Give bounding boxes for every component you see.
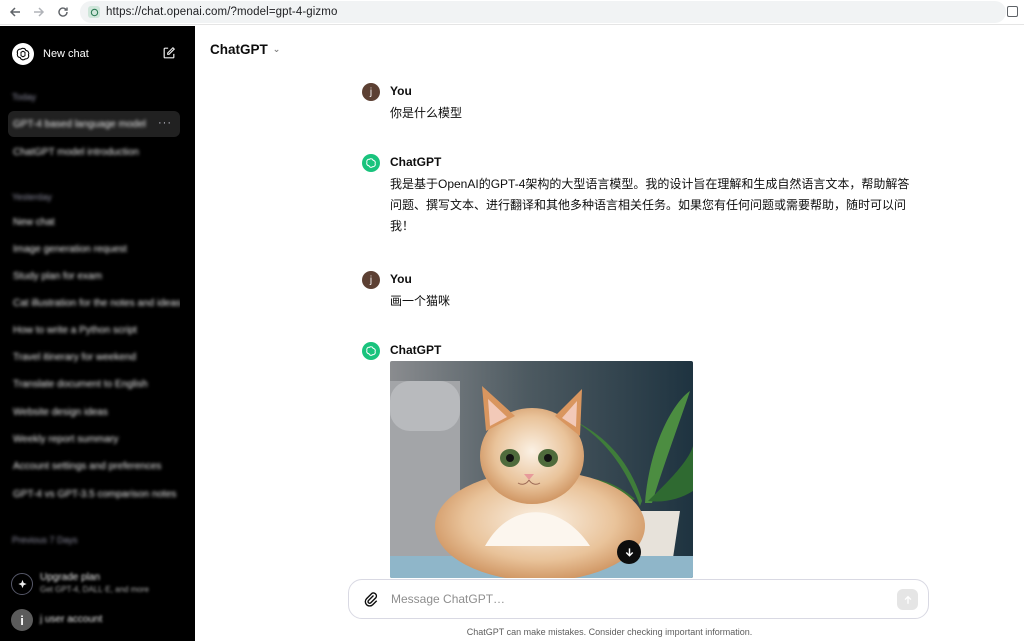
- reload-icon[interactable]: [51, 0, 75, 24]
- message-author: ChatGPT: [390, 343, 442, 357]
- site-info-icon[interactable]: [88, 6, 100, 18]
- user-name: j user account: [40, 614, 103, 625]
- history-item[interactable]: Image generation request: [8, 236, 180, 262]
- history-item[interactable]: Weekly report summary: [8, 426, 180, 452]
- sparkle-icon: [11, 573, 33, 595]
- section-label-today: Today: [12, 92, 37, 102]
- new-chat-label: New chat: [43, 48, 89, 60]
- more-options-icon[interactable]: ···: [158, 117, 172, 129]
- history-item[interactable]: How to write a Python script: [8, 317, 180, 343]
- history-item[interactable]: Website design ideas: [8, 399, 180, 425]
- message-author: You: [390, 84, 412, 98]
- user-menu-button[interactable]: i j user account: [8, 604, 186, 636]
- model-selector-label: ChatGPT: [210, 42, 268, 57]
- forward-arrow-icon[interactable]: [27, 0, 51, 24]
- history-item[interactable]: Study plan for exam: [8, 263, 180, 289]
- upgrade-text: Upgrade plan Get GPT-4, DALL·E, and more: [40, 572, 149, 596]
- message-composer: [348, 579, 929, 619]
- chevron-down-icon: ⌄: [272, 44, 281, 54]
- history-item-label: Travel itinerary for weekend: [13, 351, 137, 363]
- history-item-label: New chat: [13, 216, 55, 228]
- user-avatar: j: [362, 83, 380, 101]
- download-icon[interactable]: [617, 540, 641, 564]
- user-message: j You 画一个猫咪: [362, 271, 922, 311]
- user-avatar: j: [362, 271, 380, 289]
- history-item-label: ChatGPT model introduction: [13, 146, 139, 158]
- history-item[interactable]: GPT-4 vs GPT-3.5 comparison notes: [8, 481, 180, 507]
- history-item-label: Study plan for exam: [13, 270, 102, 282]
- model-selector[interactable]: ChatGPT ⌄: [210, 42, 280, 57]
- assistant-message: ChatGPT 我是基于OpenAI的GPT-4架构的大型语言模型。我的设计旨在…: [362, 154, 922, 244]
- section-label-previous: Previous 7 Days: [12, 535, 78, 545]
- history-item[interactable]: Travel itinerary for weekend: [8, 344, 180, 370]
- openai-logo-icon: [12, 43, 34, 65]
- message-author: You: [390, 272, 412, 286]
- chat-main: ChatGPT ⌄ j You 你是什么模型 ChatGPT 我是基于OpenA…: [195, 26, 1024, 641]
- history-item-label: GPT-4 vs GPT-3.5 comparison notes: [13, 488, 177, 500]
- message-input[interactable]: [391, 592, 871, 606]
- history-item-label: Translate document to English: [13, 378, 148, 390]
- message-text: 你是什么模型: [390, 106, 463, 120]
- upgrade-plan-button[interactable]: Upgrade plan Get GPT-4, DALL·E, and more: [8, 568, 186, 600]
- history-item[interactable]: ChatGPT model introduction: [8, 139, 180, 165]
- generated-cat-image[interactable]: [390, 361, 693, 578]
- new-chat-button[interactable]: New chat: [8, 40, 188, 68]
- chatgpt-avatar-icon: [362, 342, 380, 360]
- chatgpt-avatar-icon: [362, 154, 380, 172]
- user-avatar: i: [11, 609, 33, 631]
- history-item-label: Weekly report summary: [13, 433, 119, 445]
- assistant-message: ChatGPT: [362, 342, 922, 362]
- upgrade-title: Upgrade plan: [40, 572, 101, 583]
- history-item[interactable]: Translate document to English: [8, 371, 180, 397]
- history-item-label: Account settings and preferences: [13, 460, 162, 472]
- history-item[interactable]: New chat: [8, 209, 180, 235]
- sidebar: New chat Today GPT-4 based language mode…: [0, 26, 195, 641]
- history-item[interactable]: GPT-4 based language model ···: [8, 111, 180, 137]
- history-item-label: Website design ideas: [13, 406, 108, 418]
- history-item-label: How to write a Python script: [13, 324, 137, 336]
- message-author: ChatGPT: [390, 155, 442, 169]
- history-item[interactable]: Account settings and preferences: [8, 453, 180, 479]
- url-text: https://chat.openai.com/?model=gpt-4-giz…: [106, 6, 338, 18]
- paperclip-icon[interactable]: [363, 591, 379, 607]
- message-text: 我是基于OpenAI的GPT-4架构的大型语言模型。我的设计旨在理解和生成自然语…: [390, 177, 910, 233]
- history-item-label: Image generation request: [13, 243, 127, 255]
- disclaimer-text: ChatGPT can make mistakes. Consider chec…: [466, 627, 753, 637]
- tab-overview-icon[interactable]: [1007, 6, 1018, 17]
- history-item-label: Cat illustration for the notes and ideas: [13, 297, 180, 309]
- address-bar[interactable]: https://chat.openai.com/?model=gpt-4-giz…: [80, 1, 1006, 23]
- message-text: 画一个猫咪: [390, 294, 451, 308]
- browser-toolbar: https://chat.openai.com/?model=gpt-4-giz…: [0, 0, 1024, 25]
- send-arrow-icon[interactable]: [897, 589, 918, 610]
- history-item[interactable]: Cat illustration for the notes and ideas: [8, 290, 180, 316]
- upgrade-subtitle: Get GPT-4, DALL·E, and more: [40, 585, 149, 594]
- history-item-label: GPT-4 based language model: [13, 118, 146, 130]
- compose-icon[interactable]: [162, 46, 176, 60]
- section-label-yesterday: Yesterday: [12, 192, 52, 202]
- back-arrow-icon[interactable]: [3, 0, 27, 24]
- user-message: j You 你是什么模型: [362, 83, 922, 123]
